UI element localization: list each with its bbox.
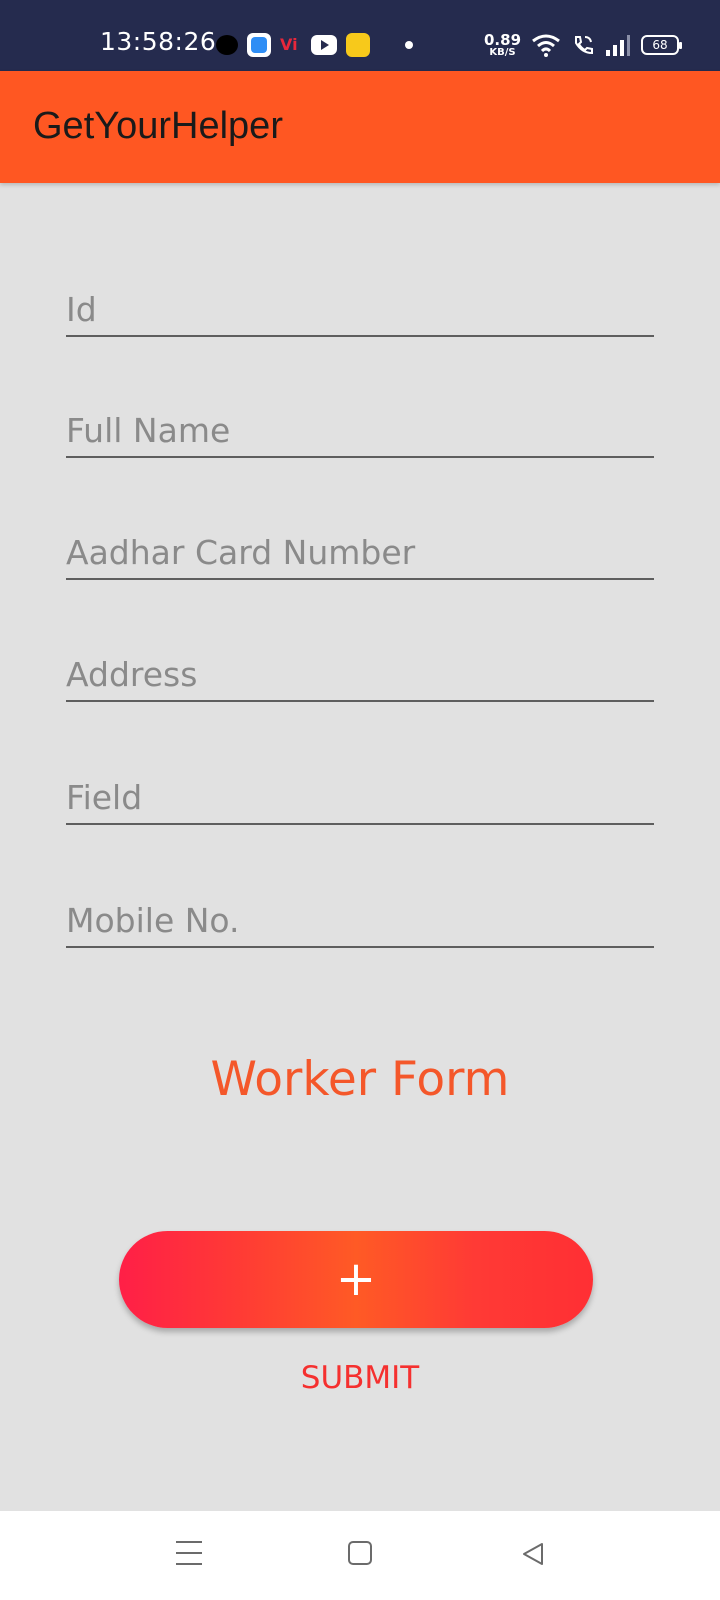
- navigation-bar: [0, 1511, 720, 1600]
- app-title: GetYourHelper: [33, 105, 283, 147]
- mobile-number-field[interactable]: [66, 888, 654, 948]
- system-status-icons: 0.89 KB/S 68: [484, 29, 683, 61]
- wifi-icon: [532, 34, 560, 57]
- plus-icon: +: [335, 1251, 377, 1307]
- mobile-number-input[interactable]: [66, 901, 654, 940]
- network-speed-value: 0.89: [484, 30, 522, 49]
- address-input[interactable]: [66, 655, 654, 694]
- status-bar: 13:58:26 Vi 0.89 KB/S 68: [0, 0, 720, 71]
- wifi-calling-icon: [575, 36, 594, 55]
- work-field-input[interactable]: [66, 778, 654, 817]
- work-field-field[interactable]: [66, 765, 654, 825]
- youtube-notification-icon: [311, 35, 337, 55]
- submit-label[interactable]: SUBMIT: [0, 1360, 720, 1396]
- address-field[interactable]: [66, 642, 654, 702]
- status-time: 13:58:26: [100, 27, 217, 56]
- yellow-app-notification-icon: [346, 33, 370, 57]
- aadhar-card-number-field[interactable]: [66, 520, 654, 580]
- network-speed-unit: KB/S: [489, 46, 516, 58]
- chat-notification-icon: [216, 35, 238, 55]
- add-worker-button[interactable]: +: [119, 1231, 593, 1328]
- back-icon[interactable]: [520, 1541, 546, 1567]
- home-icon[interactable]: [348, 1541, 372, 1565]
- full-name-input[interactable]: [66, 411, 654, 450]
- notification-icons: Vi: [216, 31, 413, 59]
- menu-icon[interactable]: [176, 1541, 202, 1565]
- battery-icon: 68: [641, 35, 683, 55]
- full-name-field[interactable]: [66, 398, 654, 458]
- aadhar-card-number-input[interactable]: [66, 533, 654, 572]
- form-title: Worker Form: [210, 1052, 510, 1107]
- app-notification-icon: [247, 33, 271, 57]
- signal-strength-icon: [606, 35, 631, 56]
- id-input[interactable]: [66, 290, 654, 329]
- network-speed: 0.89 KB/S: [484, 30, 522, 58]
- id-field[interactable]: [66, 277, 654, 337]
- app-bar: GetYourHelper: [0, 71, 720, 183]
- more-notifications-dot-icon: [405, 41, 413, 49]
- vi-notification-icon: Vi: [280, 35, 298, 54]
